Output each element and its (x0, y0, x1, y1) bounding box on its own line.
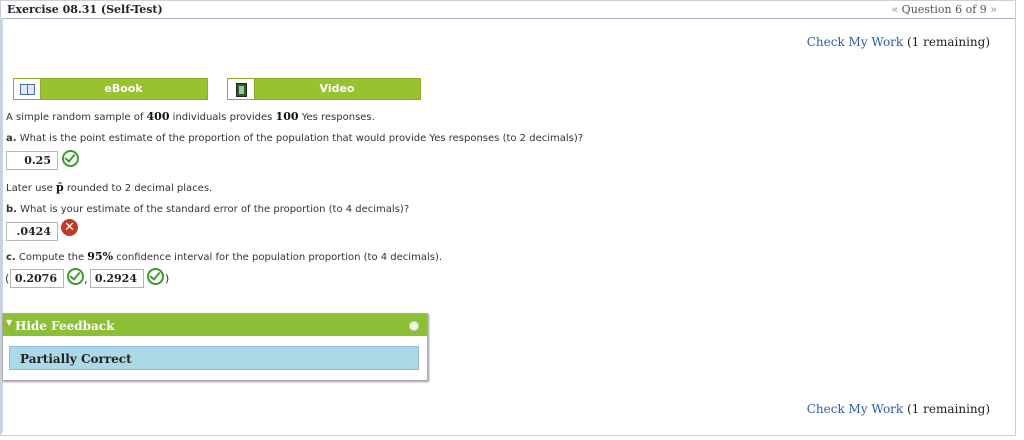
x-circle-icon: ✕ (61, 219, 78, 236)
ebook-button[interactable]: eBook (13, 78, 208, 100)
feedback-panel: ▼ Hide Feedback Partially Correct (2, 313, 428, 381)
confidence-level: 95% (87, 250, 114, 263)
triangle-down-icon: ▼ (6, 318, 13, 327)
check-my-work-top: Check My Work (1 remaining) (807, 35, 990, 49)
comma-separator: , (84, 273, 88, 286)
collapse-icon[interactable] (409, 321, 419, 331)
remaining-count: (1 remaining) (907, 402, 990, 416)
problem-intro: A simple random sample of 400 individual… (6, 110, 375, 123)
check-my-work-link[interactable]: Check My Work (807, 402, 903, 416)
film-icon (228, 79, 255, 99)
question-c: c. Compute the 95% confidence interval f… (6, 250, 443, 263)
yes-count: 100 (275, 110, 299, 123)
close-paren: ) (165, 272, 170, 285)
book-icon (14, 79, 41, 99)
check-circle-icon (67, 268, 84, 285)
sample-size: 400 (146, 110, 170, 123)
question-nav: « Question 6 of 9 » (891, 3, 997, 16)
answer-a-field[interactable]: 0.25 (6, 151, 58, 170)
hide-feedback-label: Hide Feedback (15, 319, 115, 333)
prev-question-link[interactable]: « (891, 3, 898, 16)
p-bar-symbol: p̄ (55, 181, 64, 194)
rounding-note: Later use p̄ rounded to 2 decimal places… (6, 181, 213, 194)
check-my-work-link[interactable]: Check My Work (807, 35, 903, 49)
feedback-status-box: Partially Correct (9, 346, 419, 370)
hide-feedback-toggle[interactable]: ▼ Hide Feedback (3, 314, 427, 336)
exercise-title: Exercise 08.31 (Self-Test) (7, 3, 163, 16)
video-button[interactable]: Video (227, 78, 421, 100)
question-label: Question 6 of 9 (901, 3, 987, 16)
open-paren: ( (5, 272, 10, 285)
video-label: Video (319, 82, 355, 95)
answer-b-field[interactable]: .0424 (6, 222, 58, 241)
answer-c-lower-field[interactable]: 0.2076 (10, 269, 64, 288)
title-bar: Exercise 08.31 (Self-Test) « Question 6 … (1, 1, 1015, 19)
check-circle-icon (62, 150, 79, 167)
next-question-link[interactable]: » (990, 3, 997, 16)
question-b: b. What is your estimate of the standard… (6, 204, 410, 215)
question-a: a. What is the point estimate of the pro… (6, 133, 584, 144)
remaining-count: (1 remaining) (907, 35, 990, 49)
check-circle-icon (147, 268, 164, 285)
ebook-label: eBook (104, 82, 143, 95)
answer-c-upper-field[interactable]: 0.2924 (90, 269, 144, 288)
feedback-status: Partially Correct (20, 352, 132, 366)
check-my-work-bottom: Check My Work (1 remaining) (807, 402, 990, 416)
